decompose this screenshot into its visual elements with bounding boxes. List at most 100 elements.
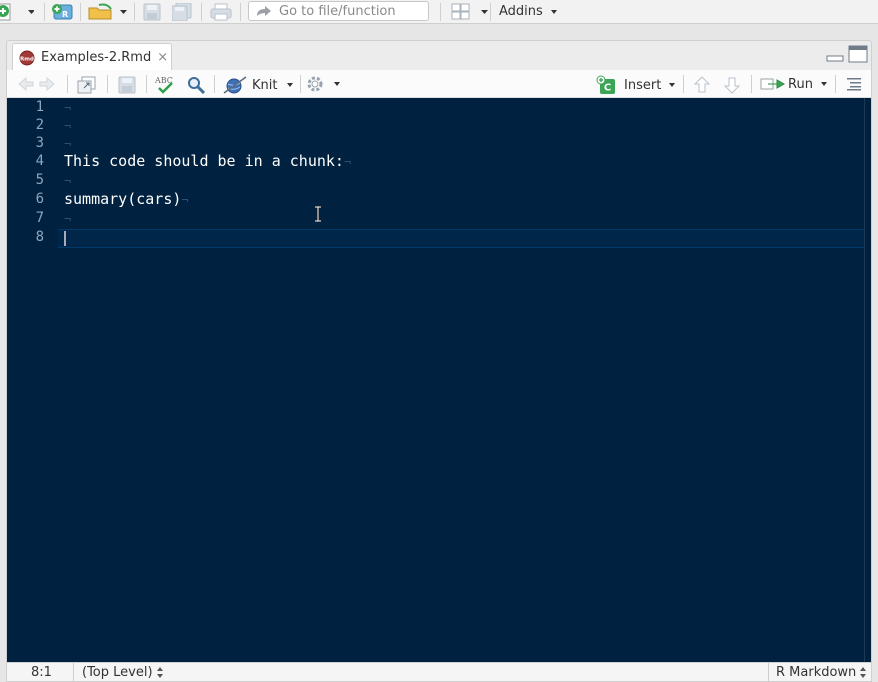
status-bar: 8:1 (Top Level) R Markdown xyxy=(6,662,872,682)
insert-label: Insert xyxy=(624,77,662,93)
toolbar-separator xyxy=(683,75,684,93)
line-number: 3 xyxy=(35,135,44,151)
maximize-icon xyxy=(848,45,868,63)
code-line[interactable]: ¬ xyxy=(64,209,71,228)
knit-button[interactable]: Knit xyxy=(222,75,294,95)
chevron-down-icon xyxy=(334,82,340,86)
back-button[interactable] xyxy=(17,76,35,92)
minimize-pane-button[interactable] xyxy=(826,49,844,63)
insert-chunk-button[interactable]: C Insert xyxy=(596,75,676,95)
gear-icon xyxy=(307,76,323,92)
print-button[interactable] xyxy=(210,3,232,21)
new-file-button[interactable] xyxy=(0,2,34,22)
save-all-button[interactable] xyxy=(172,3,192,21)
toolbar-separator xyxy=(201,3,202,21)
code-line[interactable]: ¬ xyxy=(64,98,71,117)
scope-selector[interactable]: (Top Level) xyxy=(82,663,164,682)
code-line[interactable]: ¬ xyxy=(64,116,71,135)
line-end-marker: ¬ xyxy=(64,101,72,115)
line-number: 8 xyxy=(35,229,44,245)
knit-label: Knit xyxy=(252,77,278,93)
arrow-down-icon xyxy=(723,77,741,94)
line-end-marker: ¬ xyxy=(181,193,189,207)
updown-arrow-icon xyxy=(156,667,164,678)
updown-arrow-icon xyxy=(860,667,867,678)
next-chunk-button[interactable] xyxy=(723,76,741,94)
code-text: summary(cars) xyxy=(64,190,182,208)
new-project-button[interactable]: R xyxy=(50,2,76,22)
line-number: 2 xyxy=(35,117,44,133)
insert-chunk-icon: C xyxy=(596,75,615,94)
code-line[interactable]: ¬ xyxy=(64,134,71,153)
editor-save-button[interactable] xyxy=(118,76,136,94)
code-text: This code should be in a chunk: xyxy=(64,152,344,170)
previous-chunk-button[interactable] xyxy=(693,76,711,94)
tab-examples-2-rmd[interactable]: Rmd Examples-2.Rmd × xyxy=(12,43,172,71)
pane-layout-icon xyxy=(451,3,488,20)
goto-arrow-icon xyxy=(257,6,271,16)
print-icon xyxy=(210,3,232,21)
tab-title: Examples-2.Rmd xyxy=(41,50,152,65)
cursor-position: 8:1 xyxy=(31,665,52,680)
scope-label: (Top Level) xyxy=(82,665,153,680)
document-outline-button[interactable] xyxy=(846,77,862,91)
code-line[interactable]: ¬ xyxy=(64,171,71,190)
show-in-new-window-button[interactable] xyxy=(77,76,97,94)
line-end-marker: ¬ xyxy=(64,212,72,226)
outline-icon xyxy=(847,78,861,91)
editor-tab-strip: Rmd Examples-2.Rmd × xyxy=(6,40,872,71)
open-file-button[interactable] xyxy=(87,2,129,22)
insert-badge: C xyxy=(604,83,611,94)
chevron-down-icon[interactable] xyxy=(287,83,294,87)
maximize-pane-button[interactable] xyxy=(848,45,868,63)
run-label: Run xyxy=(788,76,813,92)
arrow-left-icon xyxy=(18,76,34,92)
line-number: 5 xyxy=(35,172,44,188)
save-button[interactable] xyxy=(143,3,161,21)
new-project-icon: R xyxy=(52,4,73,20)
new-file-icon xyxy=(0,3,34,21)
find-replace-button[interactable] xyxy=(187,76,207,94)
pane-layout-button[interactable] xyxy=(451,3,489,21)
save-all-icon xyxy=(172,3,192,21)
addins-label: Addins xyxy=(499,4,543,19)
line-number: 4 xyxy=(35,153,44,169)
toolbar-separator xyxy=(490,3,491,21)
line-end-marker: ¬ xyxy=(343,155,352,169)
close-icon[interactable]: × xyxy=(157,50,168,65)
line-end-marker: ¬ xyxy=(64,174,72,188)
arrow-right-icon xyxy=(39,76,55,92)
document-options-button[interactable] xyxy=(306,75,340,93)
vertical-scrollbar[interactable] xyxy=(864,98,871,662)
svg-text:R: R xyxy=(62,10,68,19)
status-divider xyxy=(768,663,769,682)
toolbar-separator xyxy=(300,75,301,93)
line-end-marker: ¬ xyxy=(64,137,72,151)
toolbar-separator xyxy=(751,75,752,93)
code-line[interactable]: summary(cars)¬ xyxy=(64,190,189,209)
minimize-icon xyxy=(826,55,844,62)
chevron-down-icon xyxy=(669,83,676,87)
code-line[interactable]: This code should be in a chunk:¬ xyxy=(64,152,351,171)
editor-toolbar: ABC Knit C Insert Run xyxy=(6,70,872,98)
spellcheck-button[interactable]: ABC xyxy=(155,75,177,95)
line-number: 7 xyxy=(35,210,44,226)
toolbar-separator xyxy=(67,75,68,93)
code-editor[interactable]: 1 2 3 4 5 6 7 8 ¬ ¬ ¬ This code should b… xyxy=(6,98,872,662)
toolbar-separator xyxy=(44,3,45,21)
text-cursor xyxy=(64,231,66,246)
chevron-down-icon xyxy=(820,82,827,86)
run-button[interactable]: Run xyxy=(760,76,827,92)
toolbar-separator xyxy=(146,75,147,93)
addins-menu[interactable]: Addins xyxy=(499,4,557,19)
forward-button[interactable] xyxy=(38,76,56,92)
line-number: 1 xyxy=(35,99,44,115)
toolbar-separator xyxy=(440,3,441,21)
knit-yarn-icon xyxy=(223,76,247,94)
run-arrow-icon xyxy=(760,78,786,90)
rmd-file-icon: Rmd xyxy=(19,50,35,65)
toolbar-separator xyxy=(240,3,241,21)
goto-file-function-input[interactable]: Go to file/function xyxy=(248,1,429,21)
file-type-selector[interactable]: R Markdown xyxy=(776,663,867,682)
toolbar-separator xyxy=(107,75,108,93)
